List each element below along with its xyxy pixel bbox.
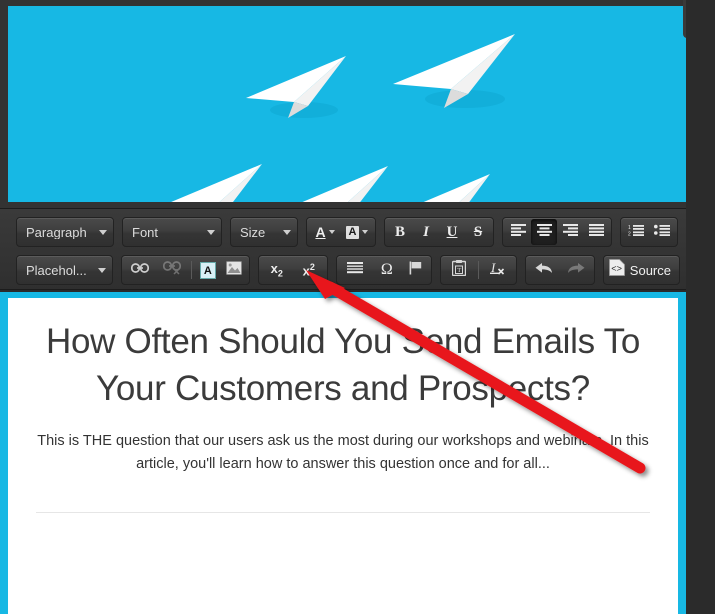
remove-format-icon: I (489, 260, 506, 281)
image-icon (225, 260, 242, 280)
editor-toolbar[interactable]: Paragraph Font Size A A B I U S 1 2 Plac… (0, 208, 686, 290)
background-color-button[interactable]: A (341, 219, 373, 245)
chevron-down-icon (283, 229, 291, 235)
align-right-icon (562, 223, 578, 241)
paper-plane-icon (274, 166, 392, 202)
list-group: 1 2 (620, 217, 678, 247)
alignment-group (502, 217, 612, 247)
right-gutter (686, 0, 715, 614)
bulleted-list-button[interactable] (649, 219, 675, 245)
bold-label: B (394, 223, 405, 240)
chevron-down-icon (362, 230, 369, 234)
placeholder-label: Placehol... (26, 263, 87, 277)
text-style-group: B I U S (384, 217, 494, 247)
numbered-list-icon: 1 2 (628, 223, 644, 241)
source-button[interactable]: <> Source (602, 255, 680, 285)
font-size-label: Size (240, 225, 266, 239)
redo-button[interactable] (560, 257, 592, 283)
link-icon (130, 261, 149, 279)
paste-text-icon: T (451, 259, 466, 281)
align-right-button[interactable] (557, 219, 583, 245)
ckeditor-content-block-editor: Paragraph Font Size A A B I U S 1 2 Plac… (0, 0, 715, 614)
svg-text:1: 1 (628, 225, 631, 231)
indent-button[interactable] (339, 257, 371, 283)
anchor-icon: A (199, 261, 216, 279)
article-text-block[interactable]: How Often Should You Send Emails To Your… (0, 292, 715, 614)
svg-text:<>: <> (611, 264, 622, 274)
undo-button[interactable] (528, 257, 560, 283)
chevron-down-icon (97, 267, 106, 273)
paste-as-text-button[interactable]: T (443, 257, 475, 283)
toolbar-divider (477, 261, 479, 279)
unlink-icon (162, 260, 181, 280)
link-media-group: A (120, 255, 250, 285)
insert-group: Ω (335, 255, 432, 285)
font-family-dropdown[interactable]: Font (122, 217, 222, 247)
text-color-button[interactable]: A (309, 219, 341, 245)
paragraph-format-label: Paragraph (26, 225, 87, 239)
remove-format-button[interactable]: I (482, 257, 514, 283)
horizontal-rule (36, 512, 650, 513)
background-color-label: A (345, 225, 360, 239)
unlink-button[interactable] (156, 257, 188, 283)
flag-icon (409, 261, 423, 280)
align-justify-button[interactable] (583, 219, 609, 245)
align-left-button[interactable] (505, 219, 531, 245)
toolbar-divider (190, 261, 192, 279)
chevron-down-icon (328, 230, 335, 234)
undo-icon (535, 261, 553, 280)
toolbar-row-1: Paragraph Font Size A A B I U S 1 2 (16, 215, 680, 249)
paper-plane-icon (152, 164, 266, 202)
banner-image-block[interactable] (0, 0, 715, 208)
svg-text:2: 2 (628, 232, 631, 236)
subscript-label: x2 (270, 260, 283, 279)
anchor-button[interactable]: A (195, 257, 221, 283)
placeholder-dropdown[interactable]: Placehol... (16, 255, 113, 285)
italic-label: I (423, 223, 429, 240)
chevron-down-icon (207, 229, 215, 235)
paper-plane-icon (393, 34, 519, 108)
strikethrough-button[interactable]: S (465, 219, 491, 245)
source-code-icon: <> (608, 259, 625, 281)
banner-image[interactable] (8, 6, 686, 202)
strikethrough-label: S (473, 223, 483, 240)
align-left-icon (510, 223, 526, 241)
sub-superscript-group: x2 x2 (257, 255, 328, 285)
article-page[interactable]: How Often Should You Send Emails To Your… (8, 298, 678, 614)
toolbar-row-2: Placehol... A x2 x2 Ω T I <> Source (16, 253, 680, 287)
article-lead-paragraph: This is THE question that our users ask … (37, 433, 649, 472)
underline-button[interactable]: U (439, 219, 465, 245)
svg-text:T: T (457, 267, 461, 274)
underline-label: U (446, 223, 458, 240)
clipboard-format-group: T I (439, 255, 517, 285)
image-button[interactable] (221, 257, 247, 283)
color-buttons-group: A A (306, 217, 376, 247)
link-button[interactable] (124, 257, 156, 283)
omega-icon: Ω (380, 261, 393, 278)
align-center-button[interactable] (531, 219, 557, 245)
text-color-label: A (315, 224, 326, 240)
paper-plane-icon (246, 56, 350, 118)
superscript-button[interactable]: x2 (293, 257, 325, 283)
align-justify-icon (588, 223, 604, 241)
numbered-list-button[interactable]: 1 2 (623, 219, 649, 245)
paper-plane-icon (400, 174, 494, 202)
source-button-label: Source (629, 262, 671, 278)
flag-button[interactable] (403, 257, 429, 283)
bulleted-list-icon (654, 223, 670, 241)
font-family-label: Font (132, 225, 159, 239)
special-character-button[interactable]: Ω (371, 257, 403, 283)
page-title: How Often Should You Send Emails To Your… (46, 322, 640, 408)
italic-button[interactable]: I (413, 219, 439, 245)
subscript-button[interactable]: x2 (261, 257, 293, 283)
align-center-icon (536, 223, 552, 241)
indent-icon (346, 261, 363, 279)
history-group (524, 255, 595, 285)
redo-icon (567, 261, 585, 280)
chevron-down-icon (99, 229, 107, 235)
superscript-label: x2 (302, 261, 315, 279)
paragraph-format-dropdown[interactable]: Paragraph (16, 217, 114, 247)
font-size-dropdown[interactable]: Size (230, 217, 298, 247)
bold-button[interactable]: B (387, 219, 413, 245)
